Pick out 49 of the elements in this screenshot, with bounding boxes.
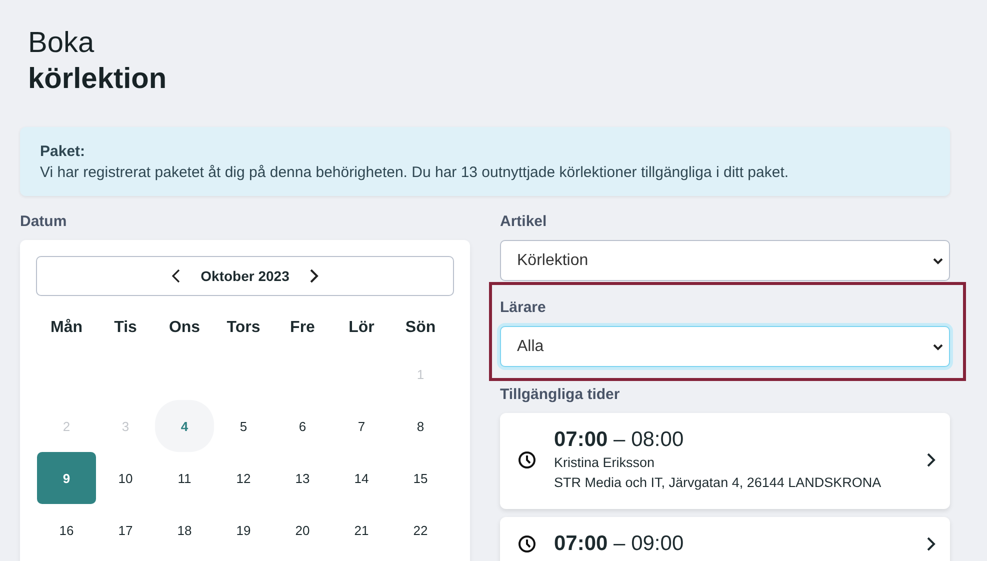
calendar-day[interactable]: 6 — [273, 400, 332, 452]
teacher-select[interactable]: Alla — [500, 326, 950, 367]
dropdown-caret-icon — [933, 256, 943, 264]
article-select[interactable]: Körlektion — [500, 240, 950, 281]
weekday-header: Sön — [404, 318, 437, 338]
calendar-day[interactable]: 22 — [391, 504, 450, 556]
calendar-day[interactable]: 5 — [214, 400, 273, 452]
calendar-day[interactable]: 7 — [332, 400, 391, 452]
dropdown-caret-icon — [933, 342, 943, 350]
time-slot-card[interactable]: 07:00 – 09:00 — [500, 517, 950, 561]
calendar-day[interactable]: 16 — [37, 504, 96, 556]
date-label: Datum — [20, 213, 67, 230]
weekday-header: Mån — [50, 318, 84, 338]
page-title-light: Boka — [28, 26, 94, 61]
calendar-day[interactable]: 19 — [214, 504, 273, 556]
calendar-day[interactable]: 11 — [155, 452, 214, 504]
teacher-name: Kristina Eriksson — [554, 454, 655, 472]
calendar-day[interactable]: 8 — [391, 400, 450, 452]
calendar-day[interactable]: 14 — [332, 452, 391, 504]
weekday-header: Tis — [113, 318, 138, 338]
calendar-day[interactable]: 15 — [391, 452, 450, 504]
weekday-header: Fre — [289, 318, 316, 338]
calendar-day[interactable]: 12 — [214, 452, 273, 504]
time-slot-card[interactable]: 07:00 – 08:00 Kristina Eriksson STR Media och IT, Järvgatan 4, 26144 LANDSKRONA — [500, 413, 950, 509]
calendar-day[interactable]: 10 — [96, 452, 155, 504]
clock-icon — [518, 451, 536, 469]
clock-icon — [518, 535, 536, 553]
chevron-right-icon — [926, 537, 936, 551]
info-heading: Paket: — [40, 142, 86, 162]
calendar-day[interactable]: 9 — [37, 452, 96, 504]
info-text: Vi har registrerat paketet åt dig på denna behörigheten. Du har 13 outnyttjade körlektioner tillgängliga i ditt paket. — [40, 163, 789, 183]
page-title-bold: körlektion — [28, 62, 167, 97]
month-title: Oktober 2023 — [200, 268, 290, 284]
calendar-day[interactable]: 4 — [155, 400, 214, 452]
weekday-header: Lör — [348, 318, 376, 338]
calendar-day[interactable]: 18 — [155, 504, 214, 556]
weekday-header: Ons — [168, 318, 202, 338]
chevron-right-icon — [926, 453, 936, 467]
calendar-day[interactable]: 20 — [273, 504, 332, 556]
article-label: Artikel — [500, 213, 547, 230]
teacher-label: Lärare — [500, 299, 546, 316]
location-address: STR Media och IT, Järvgatan 4, 26144 LANDSKRONA — [554, 474, 882, 492]
available-times-label: Tillgängliga tider — [500, 386, 621, 403]
time-range: 07:00 – 09:00 — [554, 531, 684, 557]
weekday-header: Tors — [226, 318, 262, 338]
calendar-day[interactable]: 17 — [96, 504, 155, 556]
calendar-day[interactable]: 21 — [332, 504, 391, 556]
time-range: 07:00 – 08:00 — [554, 427, 684, 453]
calendar-day[interactable]: 13 — [273, 452, 332, 504]
